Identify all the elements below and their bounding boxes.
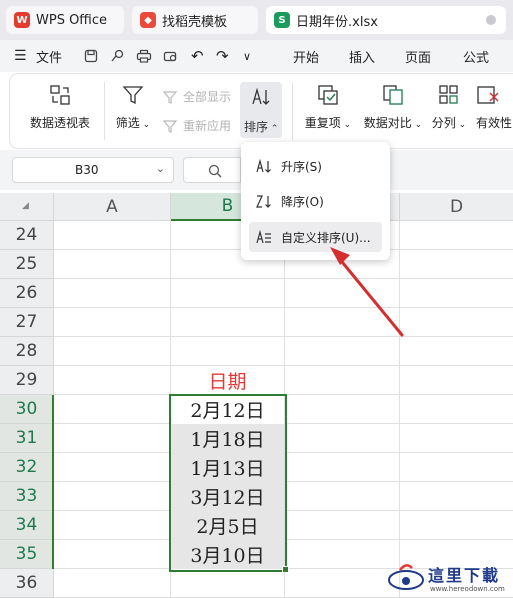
split-column-icon [439,85,458,104]
fill-handle[interactable] [282,566,289,573]
row-header-34[interactable]: 34 [0,511,54,540]
validation-label: 有效性 [476,116,513,130]
sort-descending-item[interactable]: 降序(O) [249,186,382,216]
column-header-d[interactable]: D [400,193,513,221]
pivot-table-label: 数据透视表 [29,116,90,130]
validation-button[interactable]: 有效性 [476,84,513,131]
docer-icon: ◆ [140,12,156,28]
menu-home[interactable]: 开始 [293,40,319,72]
row-header-27[interactable]: 27 [0,308,54,337]
grid-line [54,278,513,279]
row-header-30[interactable]: 30 [0,395,54,424]
sort-ascending-item[interactable]: 升序(S) [249,151,382,181]
redo-icon[interactable]: ↷ [216,40,229,72]
selection-range-border [169,394,287,572]
filter-reapply-icon [163,119,178,133]
column-header-a[interactable]: A [54,193,171,221]
row-header-26[interactable]: 26 [0,279,54,308]
print-icon[interactable] [136,49,152,63]
formula-tools [183,157,241,183]
split-column-button[interactable]: 分列 ⌄ [432,84,466,131]
grid-line [54,307,513,308]
row-header-32[interactable]: 32 [0,453,54,482]
filter-clear-icon [163,90,178,104]
row-header-24[interactable]: 24 [0,221,54,250]
print-preview-icon[interactable] [163,49,179,63]
pivot-table-button[interactable]: 数据透视表 [24,84,96,131]
reapply-button[interactable]: 重新应用 [163,117,231,134]
corner-triangle-icon: ◢ [22,201,29,211]
cell-b29-header[interactable]: 日期 [171,366,284,395]
row-header-31[interactable]: 31 [0,424,54,453]
tab-docer-templates[interactable]: ◆ 找稻壳模板 [132,6,258,34]
menu-page[interactable]: 页面 [405,40,431,72]
watermark-url: www.hereodown.com [430,585,505,593]
sort-descending-icon [256,195,271,208]
reapply-label: 重新应用 [183,119,232,133]
show-all-label: 全部显示 [183,90,232,104]
tab-wps-office[interactable]: W WPS Office [6,6,124,34]
filter-button[interactable]: 筛选 ⌄ [114,84,152,131]
wps-logo-icon: W [14,12,30,28]
menu-bar: ☰ 文件 ↶ ↷ ∨ 开始 插入 页面 公式 [0,40,513,72]
custom-sort-icon [256,229,271,244]
watermark-name: 這里下載 [428,566,501,585]
split-column-label: 分列 [431,116,456,130]
zoom-search-icon[interactable] [208,164,222,178]
validation-icon [477,86,499,104]
grid-line [54,336,513,337]
row-header-36[interactable]: 36 [0,569,54,598]
row-header-28[interactable]: 28 [0,337,54,366]
ribbon-separator [104,82,105,140]
row-header-29[interactable]: 29 [0,366,54,395]
duplicates-button[interactable]: 重复项 ⌄ [302,84,354,131]
duplicates-icon [318,85,338,105]
save-icon[interactable] [84,49,98,63]
cell-reference: B30 [75,163,99,177]
undo-icon[interactable]: ↶ [191,40,204,72]
sort-ascending-label: 升序(S) [281,159,322,174]
tab-label: 找稻壳模板 [162,14,228,30]
tab-active-file[interactable]: S 日期年份.xlsx [266,6,506,34]
tab-close-icon[interactable] [486,15,496,25]
select-all-corner[interactable]: ◢ [0,193,54,221]
row-header-35[interactable]: 35 [0,540,54,569]
data-compare-button[interactable]: 数据对比 ⌄ [360,84,426,131]
excel-file-icon: S [274,12,290,28]
chevron-down-icon[interactable]: ⌄ [156,162,165,175]
name-box[interactable]: B30 ⌄ [12,157,174,183]
row-header-25[interactable]: 25 [0,250,54,279]
sort-descending-label: 降序(O) [281,194,324,209]
watermark: 這里下載 www.hereodown.com [386,560,513,598]
tab-label: WPS Office [36,12,108,28]
sort-button[interactable]: 排序 ⌃ [240,82,282,138]
chevron-down-icon[interactable]: ∨ [243,40,251,72]
data-compare-label: 数据对比 [363,116,412,130]
menu-formula[interactable]: 公式 [463,40,489,72]
pivot-table-icon [50,85,70,105]
menu-insert[interactable]: 插入 [349,40,375,72]
tab-label: 日期年份.xlsx [296,14,378,30]
sort-label: 排序 [244,120,269,134]
show-all-button[interactable]: 全部显示 [163,88,231,105]
filter-icon [122,86,144,105]
duplicates-label: 重复项 [304,116,341,130]
filter-label: 筛选 [115,116,140,130]
title-tab-bar: W WPS Office ◆ 找稻壳模板 S 日期年份.xlsx [0,0,513,40]
watermark-logo-icon [388,564,424,590]
row-header-33[interactable]: 33 [0,482,54,511]
row-selection-indicator [52,395,54,569]
data-compare-icon [383,85,403,105]
hamburger-icon[interactable]: ☰ [14,40,27,72]
sort-icon [252,87,270,105]
menu-file[interactable]: 文件 [36,40,62,72]
share-link-icon[interactable] [110,49,124,63]
sort-ascending-icon [256,158,271,173]
annotation-arrow [330,247,404,337]
ribbon-separator [292,82,293,140]
